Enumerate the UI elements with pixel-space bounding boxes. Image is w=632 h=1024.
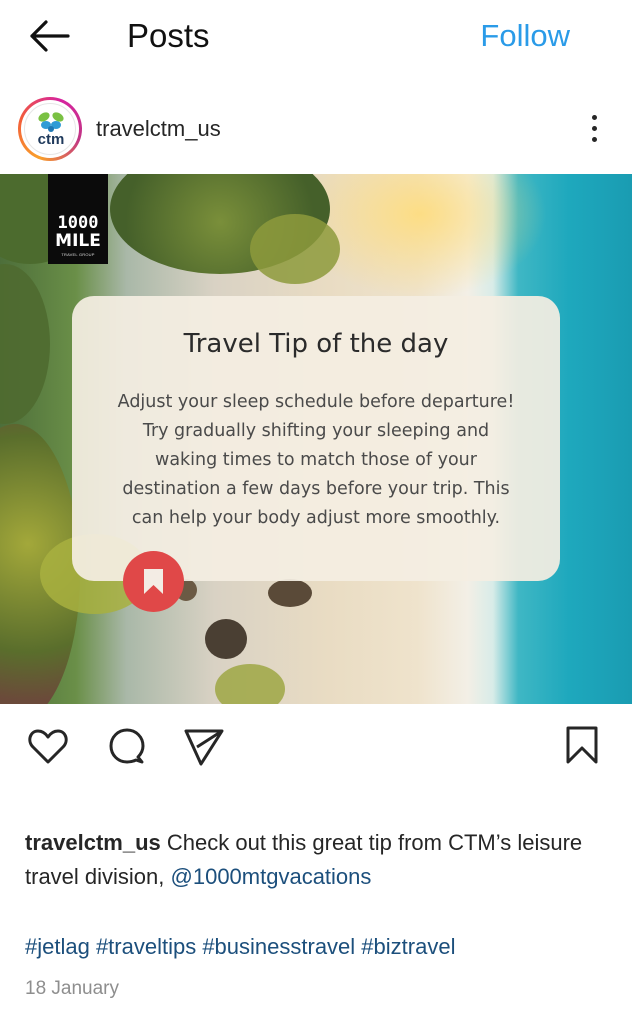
brand-logo: 1000 MILE TRAVEL GROUP [48, 174, 108, 264]
heart-icon [28, 729, 68, 764]
post-header: ctm travelctm_us [0, 92, 632, 168]
post-caption: travelctm_us Check out this great tip fr… [25, 826, 615, 894]
back-button[interactable] [26, 16, 72, 56]
comment-button[interactable] [104, 724, 148, 768]
post-image[interactable]: 1000 MILE TRAVEL GROUP Travel Tip of the… [0, 174, 632, 704]
bookmark-icon [144, 569, 163, 594]
share-button[interactable] [182, 724, 226, 768]
tip-title: Travel Tip of the day [183, 329, 449, 359]
tip-card: Travel Tip of the day Adjust your sleep … [72, 296, 560, 581]
page-title: Posts [127, 17, 210, 54]
post-date: 18 January [25, 978, 120, 999]
avatar[interactable]: ctm [18, 97, 82, 161]
hashtags[interactable]: #jetlag #traveltips #businesstravel #biz… [25, 930, 455, 964]
post-actions [0, 712, 632, 776]
avatar-text: ctm [37, 131, 65, 148]
top-bar: Posts Follow [0, 0, 632, 72]
caption-mention-link[interactable]: @1000mtgvacations [171, 864, 372, 889]
follow-button[interactable]: Follow [480, 16, 570, 56]
comment-icon [109, 728, 145, 764]
bookmark-icon [566, 726, 598, 764]
like-button[interactable] [26, 724, 70, 768]
vertical-ellipsis-icon [591, 115, 597, 120]
more-options-button[interactable] [584, 112, 604, 146]
caption-username[interactable]: travelctm_us [25, 830, 161, 855]
save-button[interactable] [560, 724, 604, 768]
arrow-left-icon [30, 20, 70, 52]
post-username[interactable]: travelctm_us [96, 114, 221, 144]
image-bookmark-badge [123, 551, 184, 612]
send-icon [184, 729, 224, 766]
tip-body: Adjust your sleep schedule before depart… [117, 392, 515, 528]
